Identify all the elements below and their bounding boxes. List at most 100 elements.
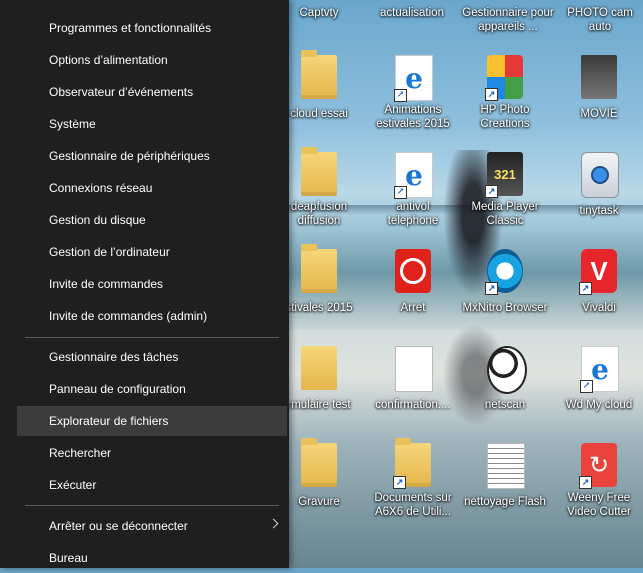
folder-icon — [301, 438, 337, 487]
icon-label: MxNitro Browser — [462, 302, 548, 314]
icon-label: nettoyage Flash — [464, 496, 546, 508]
edge-icon: e ↗ — [580, 346, 619, 393]
desktop-icon-weeny-video-cutter[interactable]: ↻ ↗ Weeny Free Video Cutter — [556, 443, 642, 533]
wifi-folder-icon — [301, 346, 337, 390]
menu-item-gestionnaire-taches[interactable]: Gestionnaire des tâches — [17, 342, 287, 372]
shortcut-arrow-icon: ↗ — [579, 282, 592, 295]
menu-item-options-alimentation[interactable]: Options d’alimentation — [17, 45, 287, 75]
desktop-icon-media-player-classic[interactable]: 321 ↗ Media Player Classic — [462, 152, 548, 242]
desktop-icon-animations-estivales[interactable]: e ↗ Animations estivales 2015 — [370, 55, 456, 145]
menu-item-label: Gestion du disque — [49, 213, 146, 227]
desktop-icon-hp-photo-creations[interactable]: ↗ HP Photo Creations — [462, 55, 548, 145]
tinytask-icon — [581, 152, 619, 198]
media-player-icon: 321 ↗ — [485, 152, 523, 198]
desktop-icon-vivaldi[interactable]: V ↗ Vivaldi — [556, 249, 642, 339]
shortcut-arrow-icon: ↗ — [485, 282, 498, 295]
icon-label: Vivaldi — [582, 302, 616, 314]
icon-label: HP Photo Creations — [480, 104, 530, 130]
mxnitro-icon: N ↗ — [485, 249, 523, 295]
vivaldi-glyph: V — [590, 255, 608, 286]
power-symbol-icon — [400, 258, 426, 284]
edge-letter: e — [591, 352, 609, 386]
desktop-label-actualisation[interactable]: actualisation — [364, 6, 460, 20]
icon-label: Documents sur A6X6 de Utili... — [374, 492, 452, 518]
desktop-icon-tinytask[interactable]: tinytask — [556, 152, 642, 242]
icon-label: Wd My cloud — [565, 399, 633, 411]
edge-icon: e ↗ — [394, 152, 433, 199]
shortcut-arrow-icon: ↗ — [485, 88, 498, 101]
video-cutter-icon: ↻ ↗ — [579, 443, 617, 489]
menu-item-label: Observateur d’événements — [49, 85, 194, 99]
edge-letter: e — [405, 158, 423, 192]
menu-item-executer[interactable]: Exécuter — [17, 470, 287, 500]
menu-item-label: Programmes et fonctionnalités — [49, 21, 212, 35]
icon-label: netscan — [484, 399, 526, 411]
icon-label: Media Player Classic — [471, 201, 539, 227]
menu-item-programmes[interactable]: Programmes et fonctionnalités — [17, 13, 287, 43]
menu-item-invite-commandes[interactable]: Invite de commandes — [17, 269, 287, 299]
icon-label: Weeny Free Video Cutter — [567, 492, 631, 518]
desktop-icon-antivol-telephone[interactable]: e ↗ antivol telephone — [370, 152, 456, 242]
menu-item-gestion-ordinateur[interactable]: Gestion de l’ordinateur — [17, 237, 287, 267]
shortcut-arrow-icon: ↗ — [394, 89, 407, 102]
menu-item-label: Arrêter ou se déconnecter — [49, 519, 188, 533]
shortcut-arrow-icon: ↗ — [485, 185, 498, 198]
menu-item-gestionnaire-peripheriques[interactable]: Gestionnaire de périphériques — [17, 141, 287, 171]
menu-item-label: Gestion de l’ordinateur — [49, 245, 170, 259]
menu-item-connexions-reseau[interactable]: Connexions réseau — [17, 173, 287, 203]
desktop-icon-wd-my-cloud[interactable]: e ↗ Wd My cloud — [556, 346, 642, 436]
shortcut-arrow-icon: ↗ — [579, 476, 592, 489]
folder-icon — [301, 147, 337, 196]
chevron-right-icon — [268, 518, 279, 529]
desktop-icon-netscan[interactable]: netscan — [462, 346, 548, 436]
menu-item-label: Gestionnaire des tâches — [49, 350, 179, 364]
menu-item-label: Bureau — [49, 551, 88, 565]
soccer-ball-icon — [487, 346, 527, 394]
desktop-icon-nettoyage-flash[interactable]: nettoyage Flash — [462, 443, 548, 533]
record-dot-icon — [591, 166, 609, 184]
shortcut-arrow-icon: ↗ — [580, 380, 593, 393]
edge-icon: e ↗ — [394, 55, 433, 102]
folder-icon — [301, 244, 337, 293]
menu-item-panneau-configuration[interactable]: Panneau de configuration — [17, 374, 287, 404]
desktop-icon-mxnitro[interactable]: N ↗ MxNitro Browser — [462, 249, 548, 339]
menu-item-invite-commandes-admin[interactable]: Invite de commandes (admin) — [17, 301, 287, 331]
menu-item-systeme[interactable]: Système — [17, 109, 287, 139]
menu-item-label: Options d’alimentation — [49, 53, 168, 67]
text-file-icon — [487, 443, 525, 489]
menu-item-label: Invite de commandes (admin) — [49, 309, 208, 323]
desktop-icon-movie[interactable]: MOVIE — [556, 55, 642, 145]
menu-item-label: Rechercher — [49, 446, 112, 460]
desktop-label-gestionnaire-appareils[interactable]: Gestionnaire pour appareils ... — [460, 6, 556, 34]
desktop-label-photo-cam-auto[interactable]: PHOTO cam auto — [565, 6, 635, 34]
vivaldi-icon: V ↗ — [579, 249, 617, 295]
icon-label: confirmation.... — [375, 399, 451, 411]
mpc-glyph: 321 — [494, 166, 516, 182]
menu-item-label: Système — [49, 117, 96, 131]
power-icon — [395, 249, 431, 293]
menu-item-arreter-deconnecter[interactable]: Arrêter ou se déconnecter — [17, 511, 287, 541]
menu-item-label: Gestionnaire de périphériques — [49, 149, 210, 163]
hp-photo-icon: ↗ — [485, 55, 523, 101]
menu-item-label: Explorateur de fichiers — [49, 414, 169, 428]
menu-item-gestion-disque[interactable]: Gestion du disque — [17, 205, 287, 235]
shortcut-arrow-icon: ↗ — [394, 186, 407, 199]
menu-item-explorateur-fichiers[interactable]: Explorateur de fichiers — [17, 406, 287, 436]
folder-icon: ↗ — [393, 438, 431, 489]
menu-separator — [25, 337, 279, 338]
desktop-icon-documents-a6x6[interactable]: ↗ Documents sur A6X6 de Utili... — [370, 438, 456, 533]
menu-item-rechercher[interactable]: Rechercher — [17, 438, 287, 468]
menu-item-observateur-evenements[interactable]: Observateur d’événements — [17, 77, 287, 107]
menu-item-label: Exécuter — [49, 478, 97, 492]
movie-folder-icon — [581, 55, 617, 99]
menu-item-label: Invite de commandes — [49, 277, 164, 291]
menu-item-label: Connexions réseau — [49, 181, 153, 195]
document-icon — [395, 346, 433, 392]
icon-label: MOVIE — [580, 108, 618, 120]
desktop-icon-arret[interactable]: Arret — [370, 249, 456, 339]
winx-context-menu: Programmes et fonctionnalités Options d’… — [0, 0, 289, 568]
desktop-icon-confirmation[interactable]: confirmation.... — [370, 346, 456, 436]
icon-label: tinytask — [579, 205, 619, 217]
shortcut-arrow-icon: ↗ — [393, 476, 406, 489]
menu-item-bureau[interactable]: Bureau — [17, 543, 287, 573]
